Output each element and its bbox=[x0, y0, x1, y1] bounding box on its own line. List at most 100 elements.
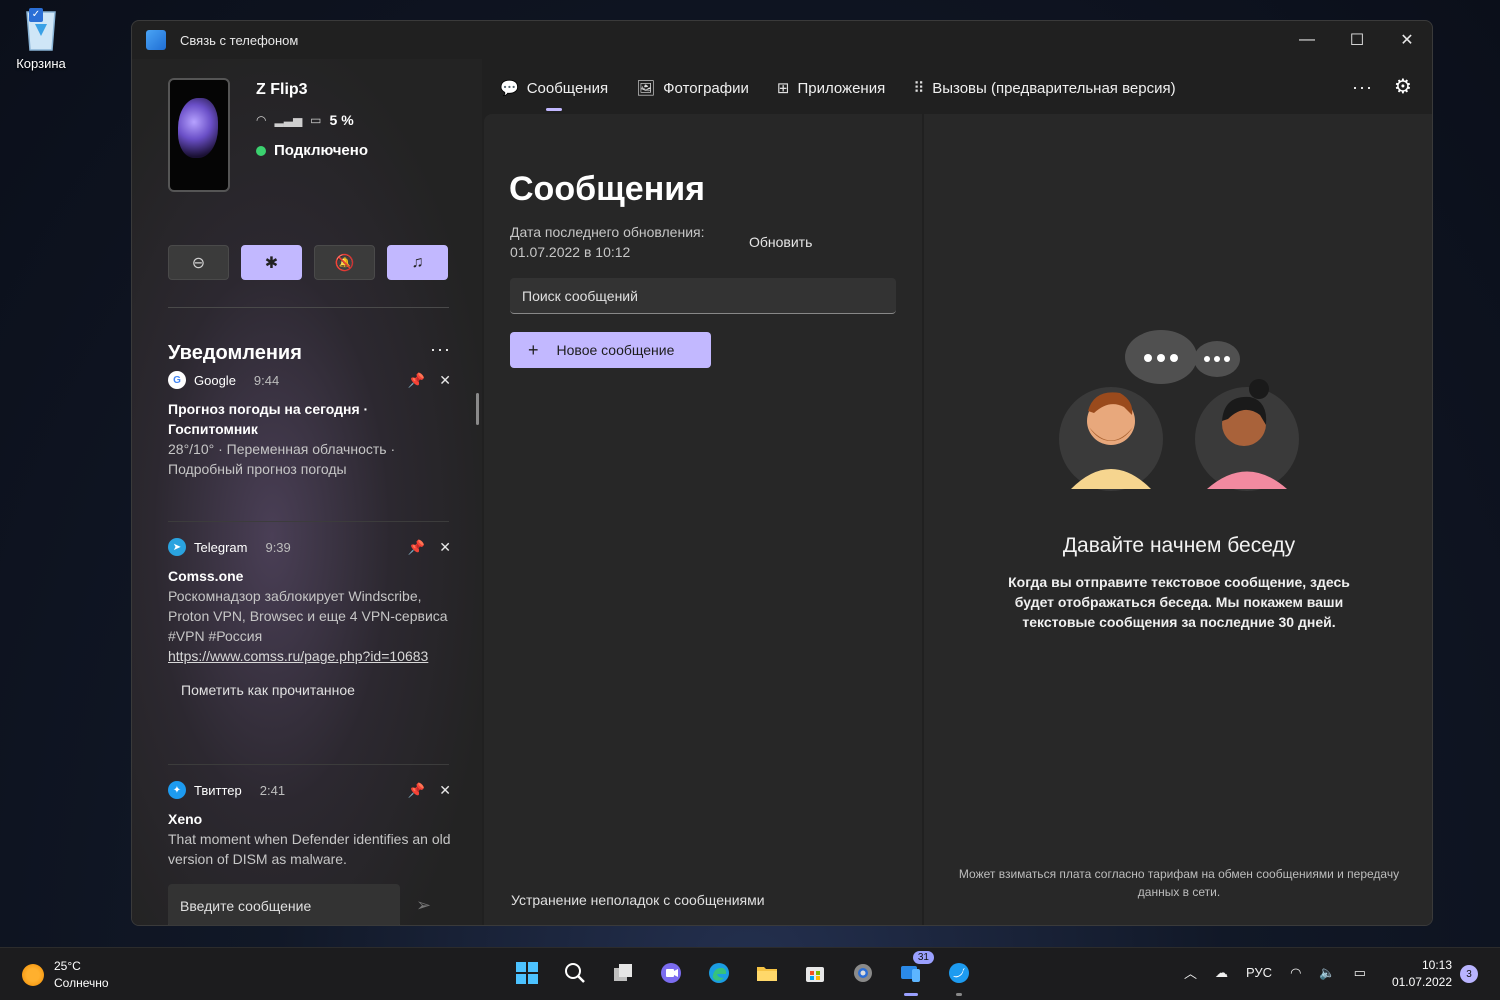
device-name: Z Flip3 bbox=[256, 81, 308, 98]
empty-state-headline: Давайте начнем беседу bbox=[1062, 534, 1296, 557]
conversation-illustration bbox=[1059, 330, 1299, 491]
settings-gear-icon[interactable]: ⚙ bbox=[1394, 74, 1412, 99]
battery-level: 5 % bbox=[329, 112, 354, 128]
active-indicator bbox=[904, 993, 918, 996]
reply-input[interactable]: Введите сообщение bbox=[168, 884, 400, 925]
notification-body: Роскомнадзор заблокирует Windscribe, Pro… bbox=[168, 588, 448, 644]
plus-icon: + bbox=[528, 339, 539, 360]
troubleshoot-link[interactable]: Устранение неполадок с сообщениями bbox=[511, 892, 765, 908]
divider bbox=[168, 521, 449, 522]
sun-icon bbox=[22, 964, 44, 986]
selected-check-icon: ✓ bbox=[29, 8, 43, 22]
language-indicator[interactable]: РУС bbox=[1246, 965, 1272, 980]
start-button[interactable] bbox=[512, 958, 542, 988]
notification-app: Telegram bbox=[194, 539, 248, 555]
notification-title: Xeno bbox=[168, 811, 203, 827]
close-button[interactable]: ✕ bbox=[1382, 21, 1432, 59]
notification-time: 2:41 bbox=[259, 782, 286, 798]
notification-body: 28°/10° · Переменная облачность · Подроб… bbox=[168, 441, 396, 477]
pin-icon[interactable]: 📌 bbox=[408, 539, 425, 556]
notification-title: Прогноз погоды на сегодня · Госпитомник bbox=[168, 401, 369, 437]
title-bar[interactable]: Связь с телефоном — ☐ ✕ bbox=[132, 21, 1432, 59]
telegram-icon: ➤ bbox=[168, 538, 186, 556]
weather-widget[interactable]: 25°C Солнечно bbox=[22, 958, 109, 992]
maximize-button[interactable]: ☐ bbox=[1332, 21, 1382, 59]
notification-app: Google bbox=[194, 372, 236, 388]
task-view-icon[interactable] bbox=[608, 958, 638, 988]
tab-calls[interactable]: ⠿ Вызовы (предварительная версия) bbox=[913, 77, 1175, 99]
phone-image bbox=[168, 78, 230, 192]
silent-mode-button[interactable]: 🔕 bbox=[314, 245, 375, 280]
windows-logo-icon bbox=[516, 962, 538, 984]
notification-time: 9:44 bbox=[253, 372, 280, 388]
status-dot-icon bbox=[256, 145, 266, 156]
dialpad-icon: ⠿ bbox=[913, 80, 925, 97]
new-message-button[interactable]: + Новое сообщение bbox=[510, 332, 711, 368]
fine-print: Может взиматься плата согласно тарифам н… bbox=[958, 867, 1400, 899]
settings-icon[interactable] bbox=[848, 958, 878, 988]
do-not-disturb-button[interactable]: ⊖ bbox=[168, 245, 229, 280]
tab-messages[interactable]: 💬 Сообщения bbox=[500, 77, 608, 111]
dismiss-icon[interactable]: ✕ bbox=[439, 539, 451, 556]
clock[interactable]: 10:13 01.07.2022 bbox=[1390, 957, 1452, 991]
window-title: Связь с телефоном bbox=[180, 32, 299, 48]
phone-link-window: Связь с телефоном — ☐ ✕ Z Flip3 ◠ ▂▃▅ ▭ … bbox=[131, 20, 1433, 926]
file-explorer-icon[interactable] bbox=[752, 958, 782, 988]
photo-icon: 🖼 bbox=[636, 80, 656, 97]
signal-icon: ▂▃▅ bbox=[274, 113, 303, 127]
notification-title: Comss.one bbox=[168, 568, 244, 584]
send-icon[interactable]: ➢ bbox=[416, 895, 431, 916]
taskbar-apps: 31 bbox=[512, 951, 974, 996]
teams-chat-icon[interactable] bbox=[656, 958, 686, 988]
search-input[interactable]: Поиск сообщений bbox=[510, 278, 896, 314]
connection-status-label: Подключено bbox=[274, 142, 368, 159]
notification-time: 9:39 bbox=[265, 539, 291, 555]
notification-twitter[interactable]: ✦ Твиттер 2:41 📌 ✕ Xeno That moment when… bbox=[168, 780, 451, 869]
refresh-button[interactable]: Обновить bbox=[749, 234, 812, 250]
device-stats: ◠ ▂▃▅ ▭ 5 % bbox=[256, 112, 354, 128]
phone-link-taskbar-icon[interactable]: 31 bbox=[896, 951, 934, 996]
apps-icon: ⊞ bbox=[776, 80, 790, 97]
phone-link-badge: 31 bbox=[912, 951, 934, 964]
media-button[interactable]: ♫ bbox=[387, 245, 448, 280]
scrollbar[interactable] bbox=[476, 393, 479, 425]
last-update-text: Дата последнего обновления: 01.07.2022 в… bbox=[510, 224, 705, 260]
chevron-up-icon[interactable]: ︿ bbox=[1184, 963, 1197, 982]
pin-icon[interactable]: 📌 bbox=[408, 782, 425, 799]
onedrive-cloud-icon[interactable]: ☁ bbox=[1215, 965, 1228, 981]
notification-link[interactable]: https://www.comss.ru/page.php?id=10683 bbox=[168, 646, 451, 666]
twitter-icon: ✦ bbox=[168, 781, 186, 799]
divider bbox=[168, 764, 449, 765]
notifications-more-button[interactable]: ··· bbox=[430, 339, 451, 360]
left-panel: Z Flip3 ◠ ▂▃▅ ▭ 5 % Подключено ⊖ ✱ 🔕 ♫ У… bbox=[132, 59, 482, 925]
edge-icon[interactable] bbox=[704, 958, 734, 988]
recycle-bin-label: Корзина bbox=[16, 56, 66, 71]
taskbar: 25°C Солнечно 31 ︿ ☁ РУС ◠ 🔈 ▭ 10:13 01.… bbox=[0, 947, 1500, 1000]
minimize-button[interactable]: — bbox=[1282, 21, 1332, 59]
dismiss-icon[interactable]: ✕ bbox=[439, 372, 451, 389]
mark-as-read-button[interactable]: Пометить как прочитанное bbox=[181, 682, 451, 698]
notification-center-badge[interactable]: 3 bbox=[1460, 965, 1478, 983]
clock-time: 10:13 bbox=[1421, 958, 1452, 972]
bluetooth-button[interactable]: ✱ bbox=[241, 245, 302, 280]
tab-apps[interactable]: ⊞ Приложения bbox=[777, 77, 885, 99]
system-tray: ︿ ☁ РУС ◠ 🔈 ▭ bbox=[1184, 963, 1366, 982]
wifi-tray-icon[interactable]: ◠ bbox=[1290, 965, 1301, 981]
quick-actions: ⊖ ✱ 🔕 ♫ bbox=[168, 245, 448, 280]
battery-icon: ▭ bbox=[310, 113, 322, 127]
volume-icon[interactable]: 🔈 bbox=[1319, 965, 1335, 981]
more-options-button[interactable]: ··· bbox=[1352, 77, 1373, 98]
notification-google[interactable]: G Google 9:44 📌 ✕ Прогноз погоды на сего… bbox=[168, 370, 451, 479]
search-icon[interactable] bbox=[560, 958, 590, 988]
dismiss-icon[interactable]: ✕ bbox=[439, 782, 451, 799]
store-icon[interactable] bbox=[800, 958, 830, 988]
wifi-icon: ◠ bbox=[256, 113, 267, 127]
notification-telegram[interactable]: ➤ Telegram 9:39 📌 ✕ Comss.one Роскомнадз… bbox=[168, 537, 451, 698]
chat-icon: 💬 bbox=[500, 80, 519, 97]
recycle-bin[interactable]: ✓ Корзина bbox=[8, 4, 74, 71]
clock-date: 01.07.2022 bbox=[1391, 975, 1452, 989]
tab-photos[interactable]: 🖼 Фотографии bbox=[636, 77, 749, 99]
battery-tray-icon[interactable]: ▭ bbox=[1354, 965, 1366, 981]
pin-icon[interactable]: 📌 bbox=[408, 372, 425, 389]
twitter-taskbar-icon[interactable] bbox=[944, 958, 974, 996]
